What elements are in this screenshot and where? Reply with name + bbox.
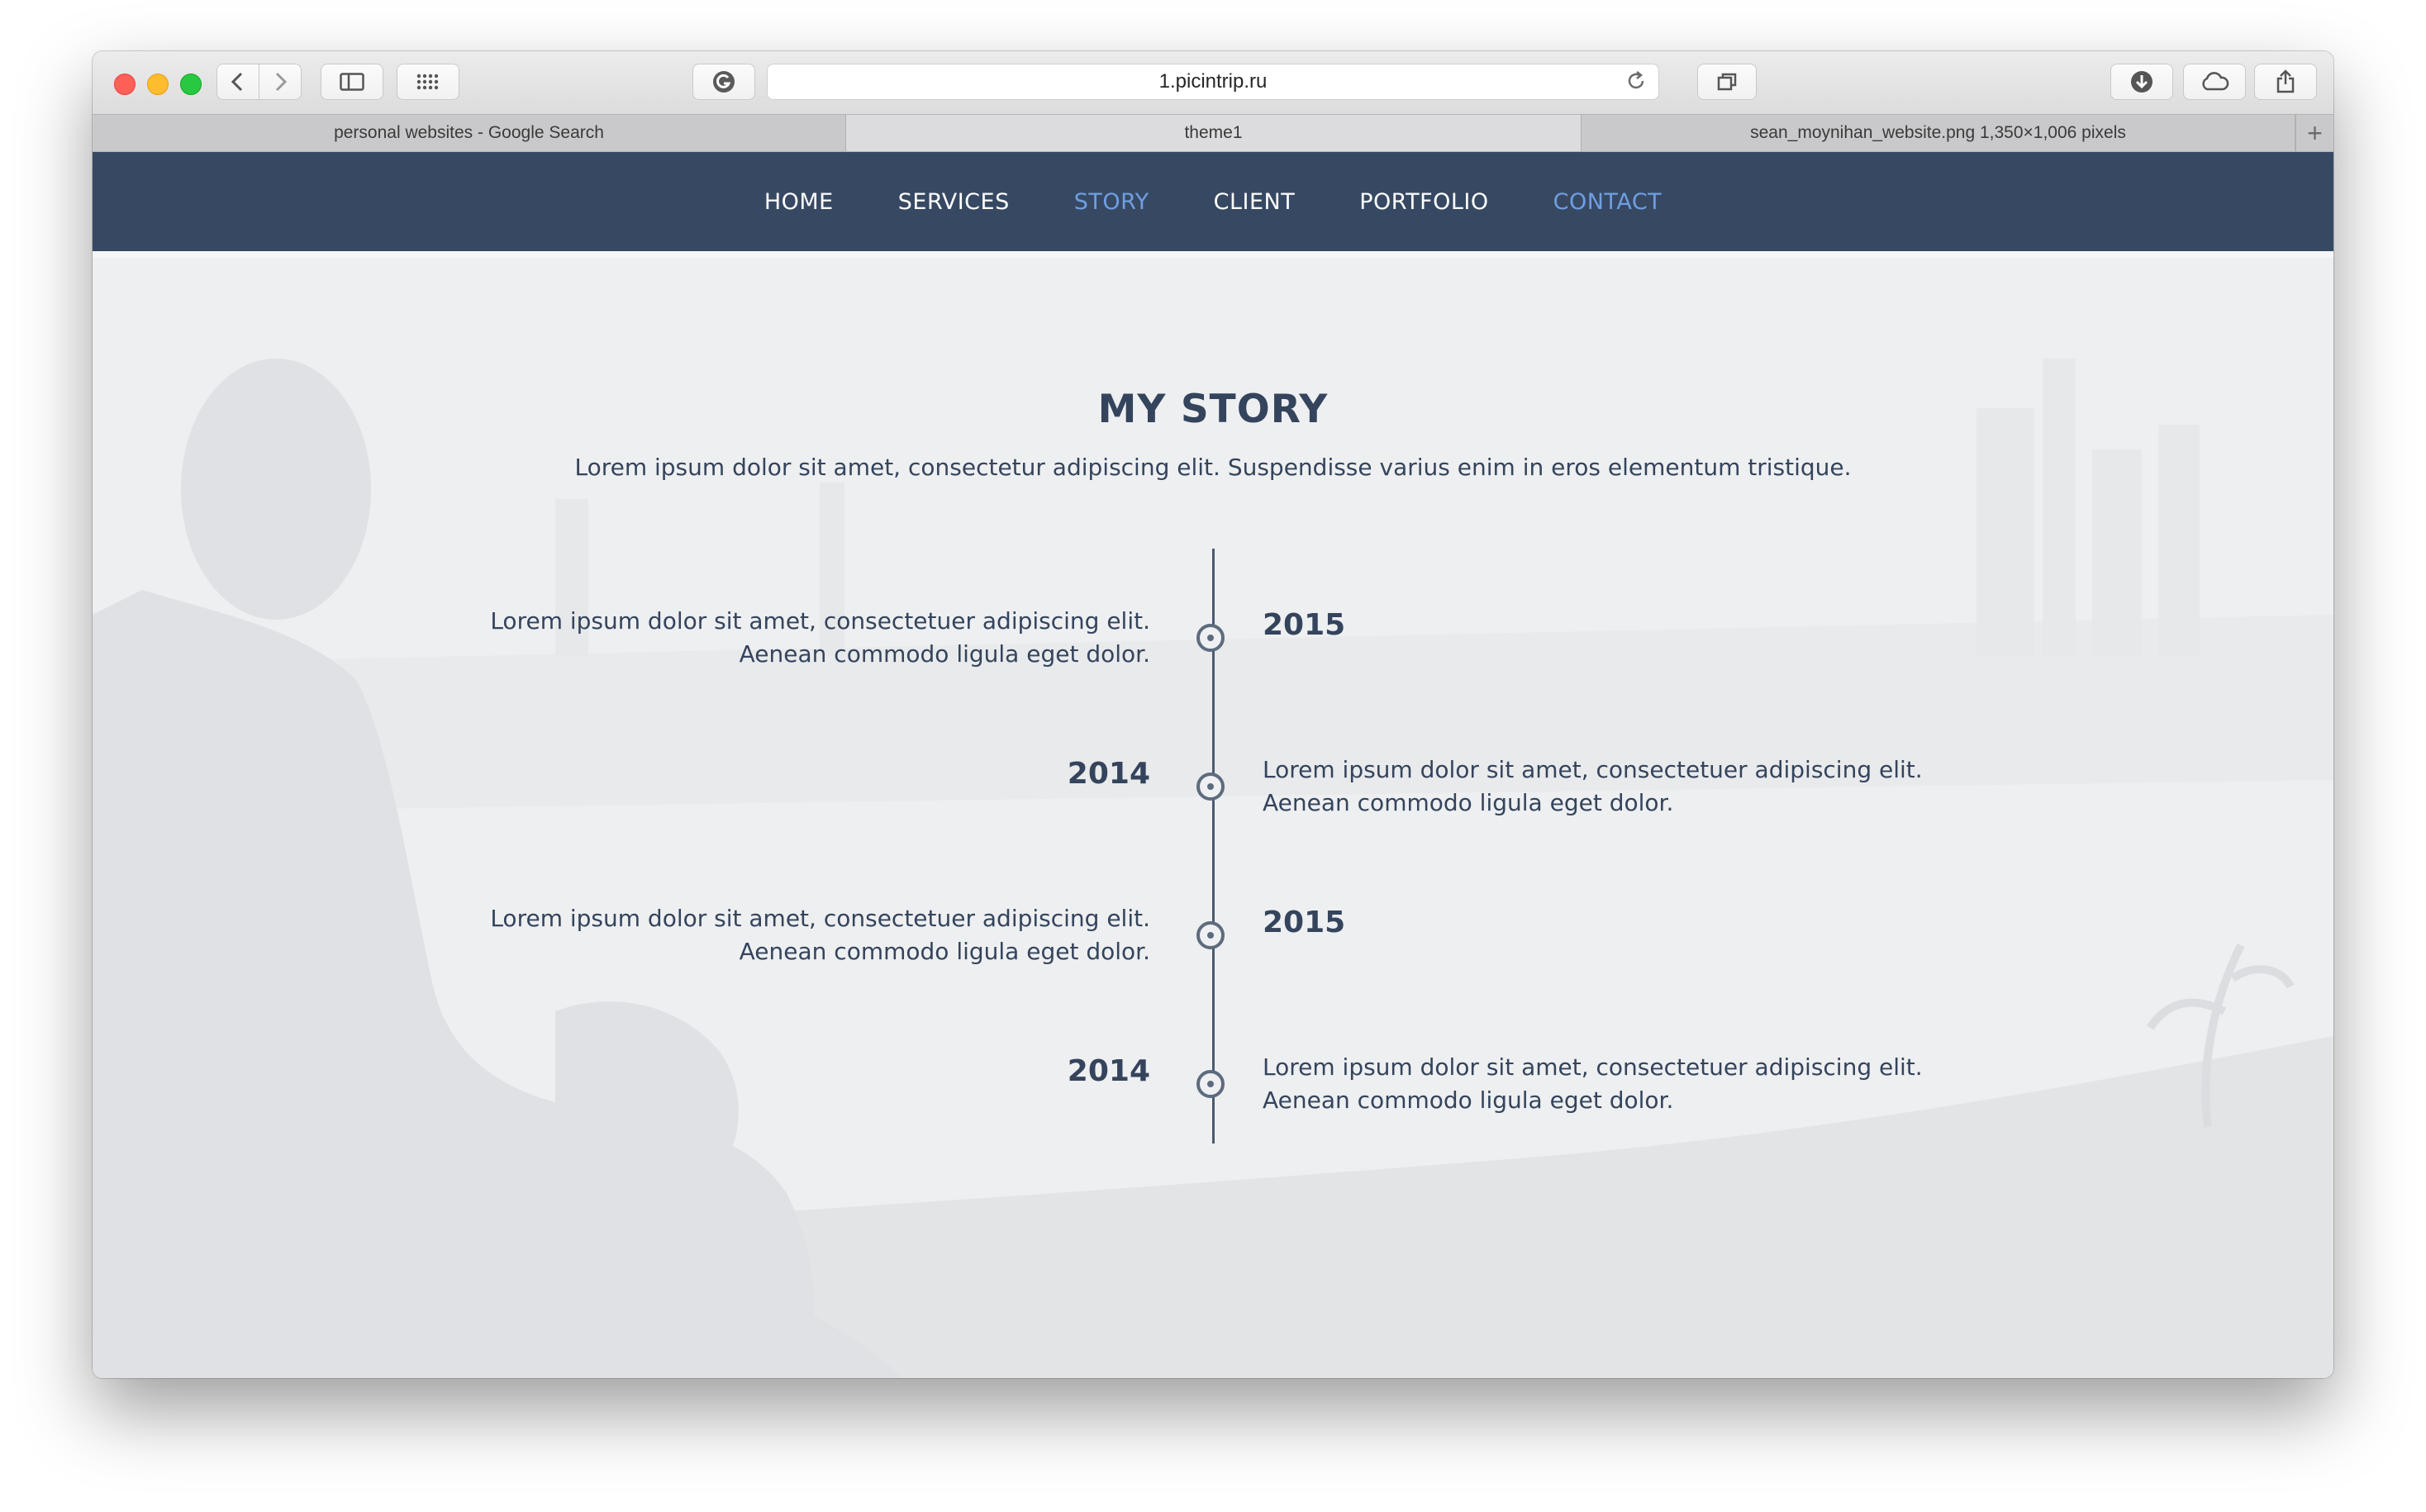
tabs-overview-button[interactable] xyxy=(1697,64,1757,100)
tab-label: personal websites - Google Search xyxy=(334,123,604,142)
entry-line: Lorem ipsum dolor sit amet, consectetuer… xyxy=(1263,756,1923,783)
grammarly-button[interactable] xyxy=(692,64,755,100)
back-button[interactable] xyxy=(216,64,259,100)
timeline-entry-text: Lorem ipsum dolor sit amet, consectetuer… xyxy=(1263,1051,1973,1117)
entry-line: Aenean commodo ligula eget dolor. xyxy=(739,938,1150,965)
entry-line: Aenean commodo ligula eget dolor. xyxy=(1263,1086,1674,1114)
timeline-entry-text: Lorem ipsum dolor sit amet, consectetuer… xyxy=(1263,754,1973,820)
tab-screenshot[interactable]: sean_moynihan_website.png 1,350×1,006 pi… xyxy=(1582,115,2295,151)
timeline-entry-text: Lorem ipsum dolor sit amet, consectetuer… xyxy=(440,902,1150,968)
timeline-marker-dot xyxy=(1207,1081,1214,1087)
entry-line: Lorem ipsum dolor sit amet, consectetuer… xyxy=(490,905,1150,932)
icloud-tabs-button[interactable] xyxy=(2183,64,2246,100)
timeline-marker xyxy=(1196,1070,1225,1098)
top-sites-button[interactable] xyxy=(397,64,459,100)
close-window-button[interactable] xyxy=(114,74,136,95)
reload-icon[interactable] xyxy=(1625,69,1647,98)
minimize-window-button[interactable] xyxy=(147,74,169,95)
main-navigation: HOME SERVICES STORY CLIENT PORTFOLIO CON… xyxy=(93,152,2333,258)
timeline-year: 2015 xyxy=(1263,608,1346,642)
entry-line: Lorem ipsum dolor sit amet, consectetuer… xyxy=(1263,1053,1923,1081)
grammarly-icon xyxy=(713,71,735,93)
entry-line: Lorem ipsum dolor sit amet, consectetuer… xyxy=(490,607,1150,635)
story-section: MY STORY Lorem ipsum dolor sit amet, con… xyxy=(93,258,2333,1378)
forward-icon xyxy=(275,72,288,92)
download-icon xyxy=(2131,71,2152,93)
timeline-marker xyxy=(1196,921,1225,949)
grid-icon xyxy=(416,74,439,90)
nav-services[interactable]: SERVICES xyxy=(898,189,1010,215)
tab-google-search[interactable]: personal websites - Google Search xyxy=(93,115,846,151)
cloud-icon xyxy=(2202,72,2229,91)
nav-story[interactable]: STORY xyxy=(1074,189,1149,215)
entry-line: Aenean commodo ligula eget dolor. xyxy=(739,640,1150,668)
tab-bar: personal websites - Google Search theme1… xyxy=(93,114,2333,152)
tab-theme1[interactable]: theme1 xyxy=(846,115,1582,151)
sidebar-button[interactable] xyxy=(321,64,383,100)
tabs-overview-icon xyxy=(1717,73,1737,91)
forward-button[interactable] xyxy=(259,64,302,100)
nav-portfolio[interactable]: PORTFOLIO xyxy=(1359,189,1488,215)
nav-contact[interactable]: CONTACT xyxy=(1553,189,1663,215)
timeline-year: 2015 xyxy=(1263,906,1346,939)
web-page: HOME SERVICES STORY CLIENT PORTFOLIO CON… xyxy=(93,152,2333,1378)
url-text: 1.picintrip.ru xyxy=(1158,70,1268,93)
sidebar-icon xyxy=(340,73,364,91)
back-icon xyxy=(231,72,243,92)
entry-line: Aenean commodo ligula eget dolor. xyxy=(1263,789,1674,816)
share-button[interactable] xyxy=(2254,64,2317,100)
timeline-marker-dot xyxy=(1207,932,1214,939)
timeline-marker xyxy=(1196,773,1225,801)
timeline-entry-text: Lorem ipsum dolor sit amet, consectetuer… xyxy=(440,605,1150,671)
timeline-marker-dot xyxy=(1207,635,1214,641)
section-title: MY STORY xyxy=(1097,387,1329,432)
timeline-marker xyxy=(1196,624,1225,652)
new-tab-button[interactable]: + xyxy=(2295,115,2333,151)
share-icon xyxy=(2276,69,2295,93)
timeline-year: 2014 xyxy=(1067,1054,1150,1088)
zoom-window-button[interactable] xyxy=(180,74,202,95)
downloads-button[interactable] xyxy=(2110,64,2173,100)
title-bar: 1.picintrip.ru xyxy=(93,51,2333,114)
timeline-marker-dot xyxy=(1207,783,1214,790)
nav-client[interactable]: CLIENT xyxy=(1214,189,1296,215)
new-tab-icon: + xyxy=(2307,117,2323,148)
tab-label: sean_moynihan_website.png 1,350×1,006 pi… xyxy=(1750,123,2126,142)
nav-home[interactable]: HOME xyxy=(764,189,834,215)
browser-window: 1.picintrip.ru personal websites - Googl… xyxy=(93,51,2333,1378)
address-bar[interactable]: 1.picintrip.ru xyxy=(767,64,1659,100)
timeline-year: 2014 xyxy=(1067,757,1150,791)
section-subtitle: Lorem ipsum dolor sit amet, consectetur … xyxy=(574,454,1852,481)
tab-label: theme1 xyxy=(1184,123,1243,142)
